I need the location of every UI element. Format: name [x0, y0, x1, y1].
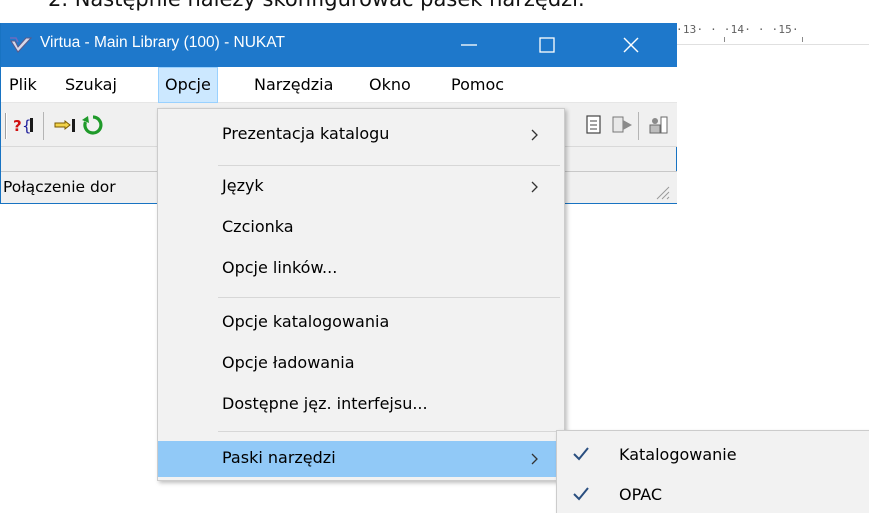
menu-okno[interactable]: Okno: [363, 67, 417, 103]
minimize-icon: [461, 44, 477, 46]
menu-szukaj[interactable]: Szukaj: [59, 67, 123, 103]
opcje-dropdown-menu: Prezentacja katalogu Język Czcionka Opcj…: [157, 108, 565, 481]
menu-separator: [218, 165, 560, 166]
menu-plik[interactable]: Plik: [3, 67, 43, 103]
menu-item-label: Język: [222, 176, 264, 195]
submenu-item-label: OPAC: [619, 485, 663, 504]
menu-item-paski-narzedzi[interactable]: Paski narzędzi: [158, 441, 564, 477]
menu-item-czcionka[interactable]: Czcionka: [158, 210, 564, 246]
menu-opcje[interactable]: Opcje: [158, 67, 218, 103]
ruler: ·13· · ·14· · ·15·: [676, 23, 869, 45]
menu-item-label: Czcionka: [222, 217, 294, 236]
document-icon[interactable]: [583, 113, 607, 137]
menu-separator: [218, 431, 560, 432]
checkmark-icon: [573, 447, 589, 461]
menu-item-opcje-katalogowania[interactable]: Opcje katalogowania: [158, 305, 564, 341]
menu-item-prezentacja-katalogu[interactable]: Prezentacja katalogu: [158, 117, 564, 153]
menu-item-opcje-linkow[interactable]: Opcje linków...: [158, 251, 564, 287]
menu-item-dostepne-jez-interfejsu[interactable]: Dostępne jęz. interfejsu...: [158, 387, 564, 423]
maximize-icon: [539, 37, 555, 53]
toolbar-separator: [43, 112, 44, 140]
menu-pomoc[interactable]: Pomoc: [445, 67, 510, 103]
screenshot: 2. Następnie należy skonfigurować pasek …: [0, 0, 869, 513]
menu-item-opcje-ladowania[interactable]: Opcje ładowania: [158, 346, 564, 382]
svg-text:?: ?: [13, 117, 22, 135]
menu-separator: [218, 297, 560, 298]
window-title: Virtua - Main Library (100) - NUKAT: [40, 34, 285, 51]
help-query-icon[interactable]: ? {: [13, 113, 37, 137]
menu-item-label: Opcje linków...: [222, 258, 338, 277]
refresh-icon[interactable]: [81, 113, 105, 137]
checkmark-icon: [573, 487, 589, 501]
resize-grip-icon[interactable]: [652, 182, 670, 200]
maximize-button[interactable]: [519, 23, 575, 67]
toolbar-separator: [638, 112, 639, 140]
forward-icon[interactable]: [611, 113, 635, 137]
menu-item-jezyk[interactable]: Język: [158, 169, 564, 205]
close-button[interactable]: [603, 23, 659, 67]
document-heading: 2. Następnie należy skonfigurować pasek …: [48, 0, 585, 11]
paski-narzedzi-submenu: Katalogowanie OPAC: [556, 430, 869, 513]
minimize-button[interactable]: [441, 23, 497, 67]
submenu-item-katalogowanie[interactable]: Katalogowanie: [557, 435, 869, 475]
ruler-numbers: ·13· · ·14· · ·15·: [676, 23, 799, 36]
hand-pointer-icon[interactable]: [53, 113, 77, 137]
reader-icon[interactable]: [646, 113, 670, 137]
chevron-right-icon: [531, 181, 538, 193]
menu-narzedzia[interactable]: Narzędzia: [248, 67, 339, 103]
toolbar-grip[interactable]: [5, 113, 7, 139]
submenu-item-label: Katalogowanie: [619, 445, 737, 464]
menu-item-label: Paski narzędzi: [222, 448, 336, 467]
menu-item-label: Opcje ładowania: [222, 353, 355, 372]
ruler-tick: [802, 37, 803, 42]
menu-bar: Plik Szukaj Opcje Narzędzia Okno Pomoc: [1, 67, 677, 103]
menu-item-label: Dostępne jęz. interfejsu...: [222, 394, 428, 413]
chevron-right-icon: [531, 453, 538, 465]
status-text: Połączenie dor: [3, 178, 116, 196]
ruler-tick: [724, 37, 725, 42]
title-bar[interactable]: Virtua - Main Library (100) - NUKAT: [1, 23, 677, 67]
app-logo-icon: [10, 37, 33, 53]
menu-item-label: Opcje katalogowania: [222, 312, 390, 331]
chevron-right-icon: [531, 129, 538, 141]
close-icon: [623, 37, 639, 53]
submenu-item-opac[interactable]: OPAC: [557, 475, 869, 513]
menu-item-label: Prezentacja katalogu: [222, 124, 390, 143]
